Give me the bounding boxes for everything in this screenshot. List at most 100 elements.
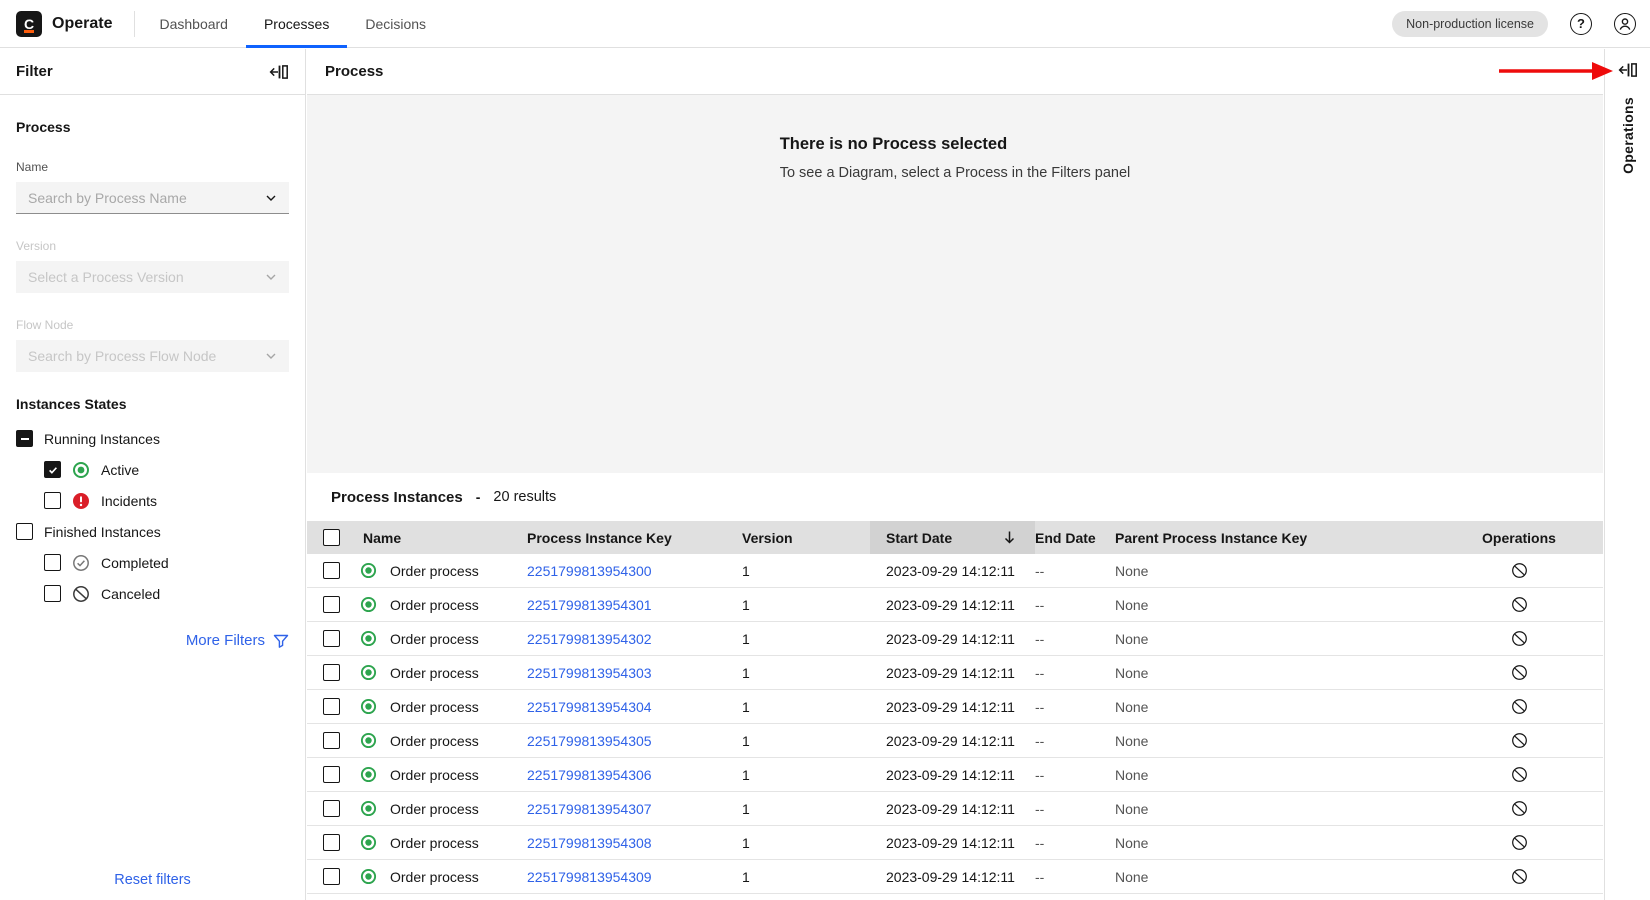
process-instance-key-link[interactable]: 2251799813954308 bbox=[527, 835, 652, 851]
process-name: Order process bbox=[390, 699, 479, 715]
cancel-operation-icon[interactable] bbox=[1506, 626, 1532, 652]
running-instances-checkbox[interactable] bbox=[16, 430, 33, 447]
row-checkbox[interactable] bbox=[323, 596, 340, 613]
finished-instances-checkbox[interactable] bbox=[16, 523, 33, 540]
start-date-value: 2023-09-29 14:12:11 bbox=[870, 665, 1035, 681]
process-instance-key-link[interactable]: 2251799813954305 bbox=[527, 733, 652, 749]
cancel-operation-icon[interactable] bbox=[1506, 762, 1532, 788]
start-date-value: 2023-09-29 14:12:11 bbox=[870, 869, 1035, 885]
completed-row: Completed bbox=[44, 552, 289, 573]
end-date-value: -- bbox=[1035, 597, 1115, 613]
select-all-checkbox[interactable] bbox=[323, 529, 340, 546]
header-divider bbox=[134, 11, 135, 37]
process-name: Order process bbox=[390, 835, 479, 851]
process-instance-key-link[interactable]: 2251799813954301 bbox=[527, 597, 652, 613]
canceled-state-icon bbox=[72, 585, 90, 603]
active-state-icon bbox=[360, 834, 377, 851]
row-checkbox[interactable] bbox=[323, 698, 340, 715]
column-header-version[interactable]: Version bbox=[742, 521, 870, 554]
cancel-operation-icon[interactable] bbox=[1506, 864, 1532, 890]
tab-decisions[interactable]: Decisions bbox=[347, 0, 444, 48]
active-checkbox[interactable] bbox=[44, 461, 61, 478]
parent-key-value: None bbox=[1115, 733, 1435, 749]
cancel-operation-icon[interactable] bbox=[1506, 694, 1532, 720]
process-instance-key-link[interactable]: 2251799813954309 bbox=[527, 869, 652, 885]
end-date-value: -- bbox=[1035, 733, 1115, 749]
parent-key-value: None bbox=[1115, 767, 1435, 783]
filters-panel-title: Filter bbox=[16, 63, 53, 80]
operations-panel-label: Operations bbox=[1620, 97, 1636, 174]
app-name: Operate bbox=[52, 15, 112, 33]
user-avatar-icon[interactable] bbox=[1614, 13, 1636, 35]
column-header-operations[interactable]: Operations bbox=[1435, 521, 1603, 554]
row-checkbox[interactable] bbox=[323, 562, 340, 579]
parent-key-value: None bbox=[1115, 665, 1435, 681]
chevron-down-icon bbox=[265, 350, 277, 362]
cancel-operation-icon[interactable] bbox=[1506, 660, 1532, 686]
end-date-value: -- bbox=[1035, 869, 1115, 885]
version-value: 1 bbox=[742, 563, 870, 579]
column-header-parent-key[interactable]: Parent Process Instance Key bbox=[1115, 521, 1435, 554]
active-state-icon bbox=[360, 630, 377, 647]
tab-processes[interactable]: Processes bbox=[246, 0, 347, 48]
incidents-checkbox[interactable] bbox=[44, 492, 61, 509]
active-state-icon bbox=[72, 461, 90, 479]
process-instance-key-link[interactable]: 2251799813954304 bbox=[527, 699, 652, 715]
process-instance-key-link[interactable]: 2251799813954306 bbox=[527, 767, 652, 783]
name-label: Name bbox=[16, 160, 289, 174]
start-date-value: 2023-09-29 14:12:11 bbox=[870, 563, 1035, 579]
column-header-start-date[interactable]: Start Date bbox=[870, 521, 1035, 554]
operations-panel-expand-button[interactable] bbox=[1618, 60, 1638, 80]
completed-checkbox[interactable] bbox=[44, 554, 61, 571]
collapse-filters-panel-icon[interactable] bbox=[269, 62, 289, 82]
process-instance-key-link[interactable]: 2251799813954307 bbox=[527, 801, 652, 817]
column-header-end-date[interactable]: End Date bbox=[1035, 521, 1115, 554]
table-row: Order process 2251799813954309 1 2023-09… bbox=[307, 860, 1603, 894]
more-filters-label: More Filters bbox=[186, 632, 265, 649]
version-value: 1 bbox=[742, 767, 870, 783]
tab-dashboard[interactable]: Dashboard bbox=[141, 0, 246, 48]
cancel-operation-icon[interactable] bbox=[1506, 728, 1532, 754]
cancel-operation-icon[interactable] bbox=[1506, 592, 1532, 618]
process-instance-key-link[interactable]: 2251799813954303 bbox=[527, 665, 652, 681]
column-header-key[interactable]: Process Instance Key bbox=[527, 521, 742, 554]
process-name: Order process bbox=[390, 733, 479, 749]
canceled-checkbox[interactable] bbox=[44, 585, 61, 602]
row-checkbox[interactable] bbox=[323, 800, 340, 817]
reset-filters-button[interactable]: Reset filters bbox=[0, 872, 305, 888]
version-value: 1 bbox=[742, 699, 870, 715]
state-label: Incidents bbox=[101, 493, 157, 509]
chevron-down-icon bbox=[265, 271, 277, 283]
cancel-operation-icon[interactable] bbox=[1506, 558, 1532, 584]
process-instance-key-link[interactable]: 2251799813954302 bbox=[527, 631, 652, 647]
list-separator: - bbox=[476, 489, 481, 505]
process-name-combobox[interactable]: Search by Process Name bbox=[16, 182, 289, 214]
row-checkbox[interactable] bbox=[323, 732, 340, 749]
row-checkbox[interactable] bbox=[323, 630, 340, 647]
column-header-name[interactable]: Name bbox=[351, 521, 527, 554]
filter-funnel-icon bbox=[273, 633, 289, 649]
end-date-value: -- bbox=[1035, 665, 1115, 681]
active-state-icon bbox=[360, 868, 377, 885]
instances-states-heading: Instances States bbox=[16, 396, 289, 412]
row-checkbox[interactable] bbox=[323, 664, 340, 681]
row-checkbox[interactable] bbox=[323, 834, 340, 851]
parent-key-value: None bbox=[1115, 869, 1435, 885]
process-version-field: Version Select a Process Version bbox=[16, 239, 289, 293]
help-question-icon[interactable]: ? bbox=[1570, 13, 1592, 35]
start-date-value: 2023-09-29 14:12:11 bbox=[870, 767, 1035, 783]
cancel-operation-icon[interactable] bbox=[1506, 796, 1532, 822]
empty-state-title: There is no Process selected bbox=[780, 135, 1131, 154]
active-state-icon bbox=[360, 766, 377, 783]
cancel-operation-icon[interactable] bbox=[1506, 830, 1532, 856]
flow-node-placeholder: Search by Process Flow Node bbox=[28, 348, 216, 364]
row-checkbox[interactable] bbox=[323, 868, 340, 885]
instances-list-header: Process Instances - 20 results bbox=[307, 473, 1603, 521]
version-value: 1 bbox=[742, 597, 870, 613]
filters-body: Process Name Search by Process Name Vers… bbox=[0, 119, 305, 649]
incidents-row: Incidents bbox=[44, 490, 289, 511]
more-filters-button[interactable]: More Filters bbox=[16, 632, 289, 649]
row-checkbox[interactable] bbox=[323, 766, 340, 783]
start-date-value: 2023-09-29 14:12:11 bbox=[870, 699, 1035, 715]
process-instance-key-link[interactable]: 2251799813954300 bbox=[527, 563, 652, 579]
